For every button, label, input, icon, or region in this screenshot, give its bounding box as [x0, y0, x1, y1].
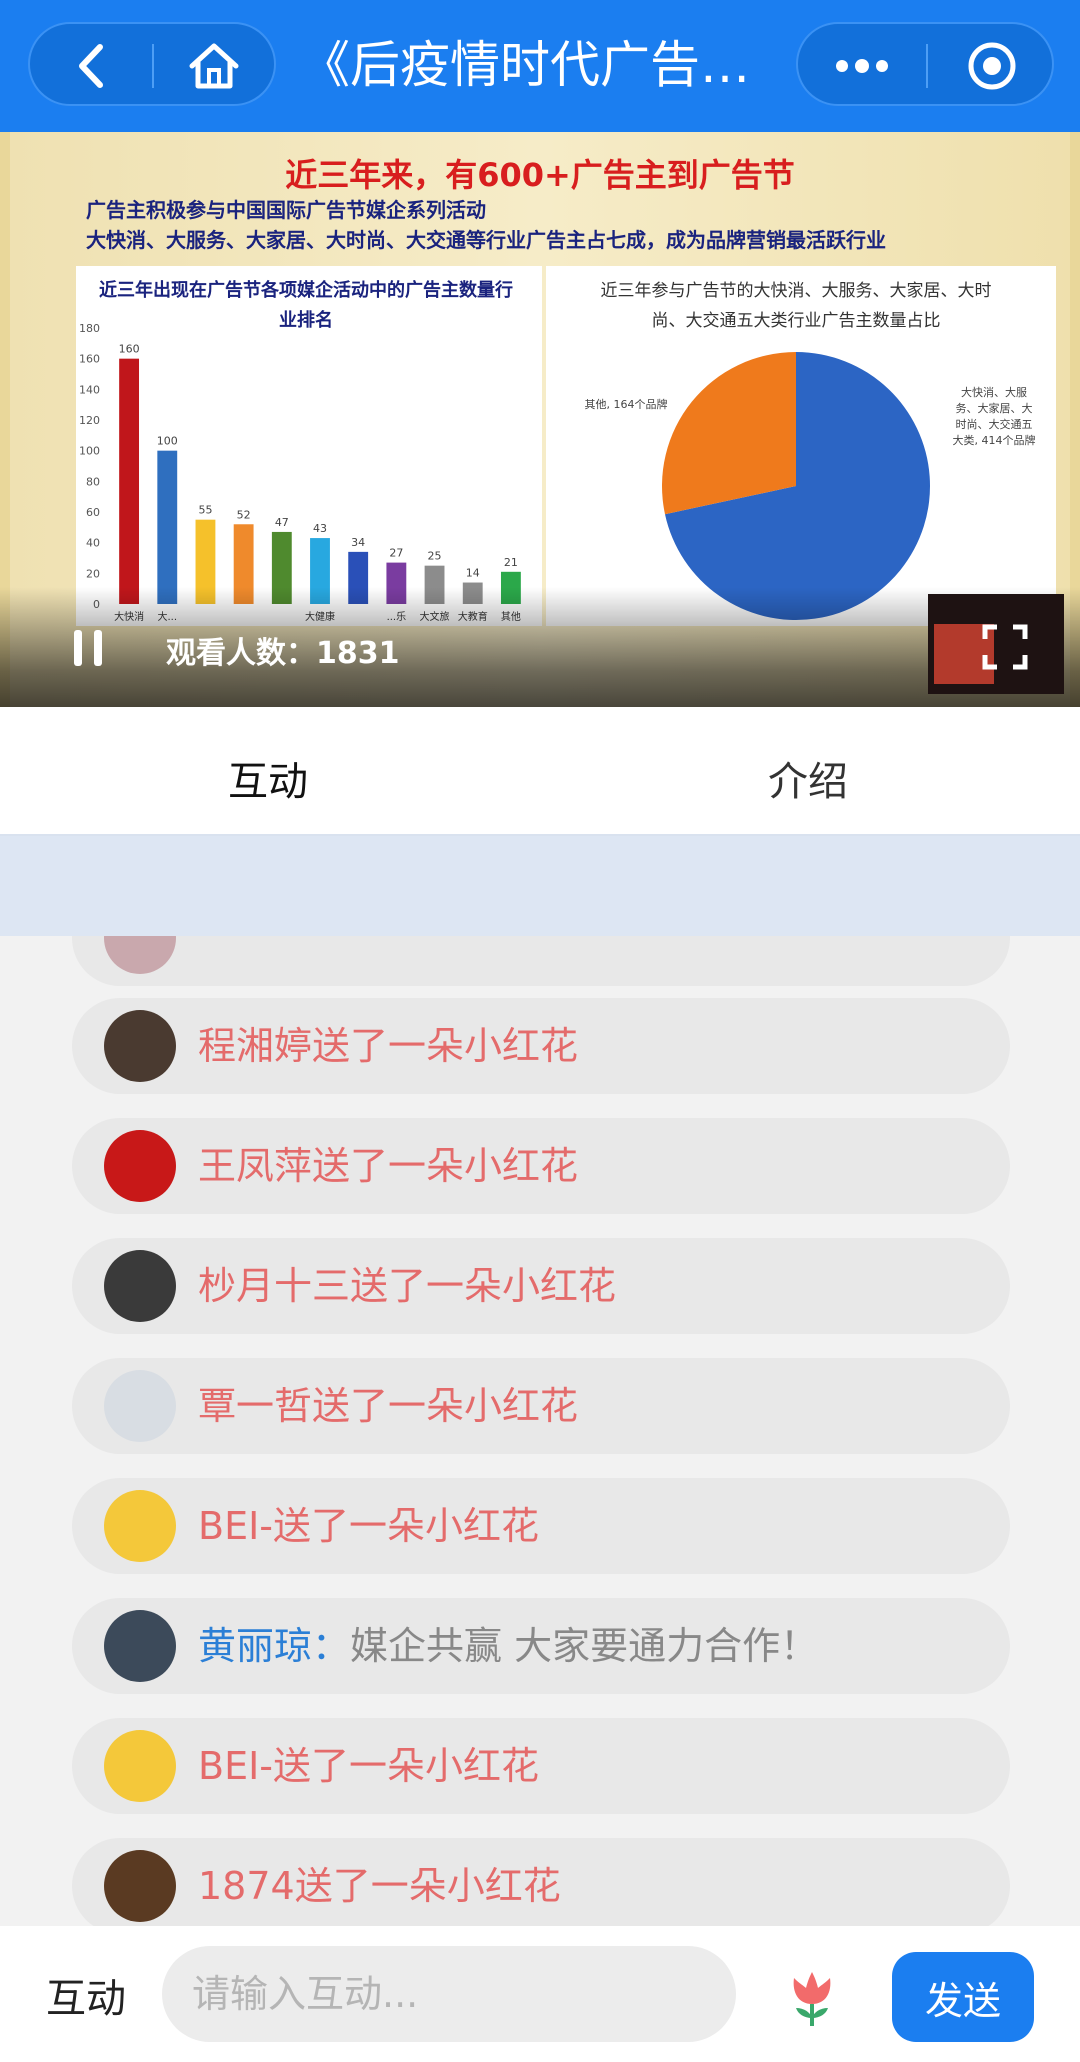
nav-button-group — [28, 22, 276, 106]
bar-chart-title: 近三年出现在广告节各项媒企活动中的广告主数量行业排名 — [99, 280, 513, 331]
avatar[interactable] — [104, 1010, 176, 1082]
y-tick-label: 20 — [86, 567, 100, 580]
y-tick-label: 100 — [79, 445, 100, 458]
list-item: 程湘婷送了一朵小红花 — [72, 998, 1010, 1094]
close-button[interactable] — [932, 24, 1052, 108]
list-item: BEI-送了一朵小红花 — [72, 1478, 1010, 1574]
y-tick-label: 80 — [86, 475, 100, 488]
pie-label-main: 务、大家居、大 — [956, 401, 1033, 415]
avatar — [104, 936, 176, 974]
pie-chart-title: 近三年参与广告节的大快消、大服务、大家居、大时尚、大交通五大类行业广告主数量占比 — [600, 281, 992, 331]
fullscreen-icon[interactable] — [982, 624, 1028, 670]
live-video-player[interactable]: 近三年来，有600+广告主到广告节 广告主积极参与中国国际广告节媒企系列活动 大… — [0, 132, 1080, 707]
avatar[interactable] — [104, 1490, 176, 1562]
pie-chart-panel: 近三年参与广告节的大快消、大服务、大家居、大时尚、大交通五大类行业广告主数量占比… — [546, 266, 1056, 626]
bottom-input-bar: 互动 发送 — [0, 1926, 1080, 2062]
back-button[interactable] — [30, 24, 150, 108]
target-close-icon — [968, 42, 1016, 90]
y-tick-label: 120 — [79, 414, 100, 427]
gift-message: 杪月十三送了一朵小红花 — [198, 1264, 617, 1308]
list-item: 杪月十三送了一朵小红花 — [72, 1238, 1010, 1334]
chat-username[interactable]: 黄丽琼 — [198, 1624, 312, 1668]
viewer-count: 观看人数：1831 — [166, 636, 400, 671]
data-label: 25 — [428, 550, 442, 563]
data-label: 55 — [198, 504, 212, 517]
avatar[interactable] — [104, 1130, 176, 1202]
video-controls-gradient — [0, 587, 1080, 707]
slide-headline: 近三年来，有600+广告主到广告节 — [285, 156, 795, 194]
pie-label-main: 大类, 414个品牌 — [953, 433, 1036, 447]
bar-2 — [157, 450, 178, 604]
list-item: 黄丽琼：媒企共赢 大家要通力合作！ — [72, 1598, 1010, 1694]
back-arrow-icon — [79, 44, 103, 88]
data-label: 160 — [119, 343, 140, 356]
interaction-feed[interactable]: 程湘婷送了一朵小红花 王凤萍送了一朵小红花 杪月十三送了一朵小红花 覃一哲送了一… — [0, 936, 1080, 1926]
data-label: 47 — [275, 516, 289, 529]
chat-message: 黄丽琼：媒企共赢 大家要通力合作！ — [198, 1598, 818, 1694]
data-label: 27 — [389, 547, 403, 560]
slide-subline-2: 大快消、大服务、大家居、大时尚、大交通等行业广告主占七成，成为品牌营销最活跃行业 — [86, 228, 886, 252]
gift-message: 1874送了一朵小红花 — [198, 1864, 561, 1908]
pie-label-main: 大快消、大服 — [961, 385, 1027, 399]
content-tabs: 互动 介绍 — [0, 707, 1080, 839]
tab-introduction[interactable]: 介绍 — [768, 749, 848, 807]
y-tick-label: 160 — [79, 353, 100, 366]
gift-message: BEI-送了一朵小红花 — [198, 1744, 539, 1788]
list-item-partial — [72, 936, 1010, 986]
top-nav-bar: 《后疫情时代广告传播》 — [0, 0, 1080, 132]
divider — [926, 44, 928, 88]
chat-separator: ： — [312, 1624, 351, 1668]
avatar[interactable] — [104, 1730, 176, 1802]
tab-interaction[interactable]: 互动 — [228, 749, 308, 807]
flower-icon[interactable] — [786, 1970, 838, 2028]
gift-message: 王凤萍送了一朵小红花 — [198, 1144, 579, 1188]
avatar[interactable] — [104, 1850, 176, 1922]
pie-label-other: 其他, 164个品牌 — [585, 397, 668, 411]
page-title: 《后疫情时代广告传播》 — [300, 36, 790, 94]
notice-banner — [0, 836, 1080, 936]
more-dots-icon — [836, 59, 888, 73]
avatar[interactable] — [104, 1250, 176, 1322]
pie-label-main: 时尚、大交通五 — [956, 417, 1033, 431]
slide-subline-1: 广告主积极参与中国国际广告节媒企系列活动 — [86, 198, 486, 222]
y-tick-label: 140 — [79, 383, 100, 396]
mini-program-menu — [796, 22, 1054, 106]
avatar[interactable] — [104, 1370, 176, 1442]
data-label: 14 — [466, 567, 480, 580]
data-label: 100 — [157, 435, 178, 448]
gift-message: 覃一哲送了一朵小红花 — [198, 1384, 579, 1428]
list-item: BEI-送了一朵小红花 — [72, 1718, 1010, 1814]
pause-icon[interactable] — [72, 628, 106, 668]
avatar[interactable] — [104, 1610, 176, 1682]
pie-slice-2 — [662, 352, 796, 515]
chat-text: 媒企共赢 大家要通力合作！ — [350, 1624, 819, 1668]
gift-message: BEI-送了一朵小红花 — [198, 1504, 539, 1548]
comment-input[interactable] — [162, 1946, 736, 2042]
list-item: 覃一哲送了一朵小红花 — [72, 1358, 1010, 1454]
y-tick-label: 60 — [86, 506, 100, 519]
more-button[interactable] — [802, 24, 922, 108]
data-label: 34 — [351, 536, 365, 549]
data-label: 52 — [237, 508, 251, 521]
y-tick-label: 40 — [86, 537, 100, 550]
send-button[interactable]: 发送 — [892, 1952, 1034, 2042]
bar-1 — [119, 358, 140, 604]
list-item: 王凤萍送了一朵小红花 — [72, 1118, 1010, 1214]
gift-message: 程湘婷送了一朵小红花 — [198, 1024, 579, 1068]
home-button[interactable] — [154, 24, 274, 108]
home-icon — [189, 43, 239, 89]
bar-chart-panel: 近三年出现在广告节各项媒企活动中的广告主数量行业排名 0204060801001… — [76, 266, 542, 626]
interaction-label: 互动 — [46, 1976, 126, 2022]
data-label: 43 — [313, 522, 327, 535]
list-item: 1874送了一朵小红花 — [72, 1838, 1010, 1926]
data-label: 21 — [504, 556, 518, 569]
